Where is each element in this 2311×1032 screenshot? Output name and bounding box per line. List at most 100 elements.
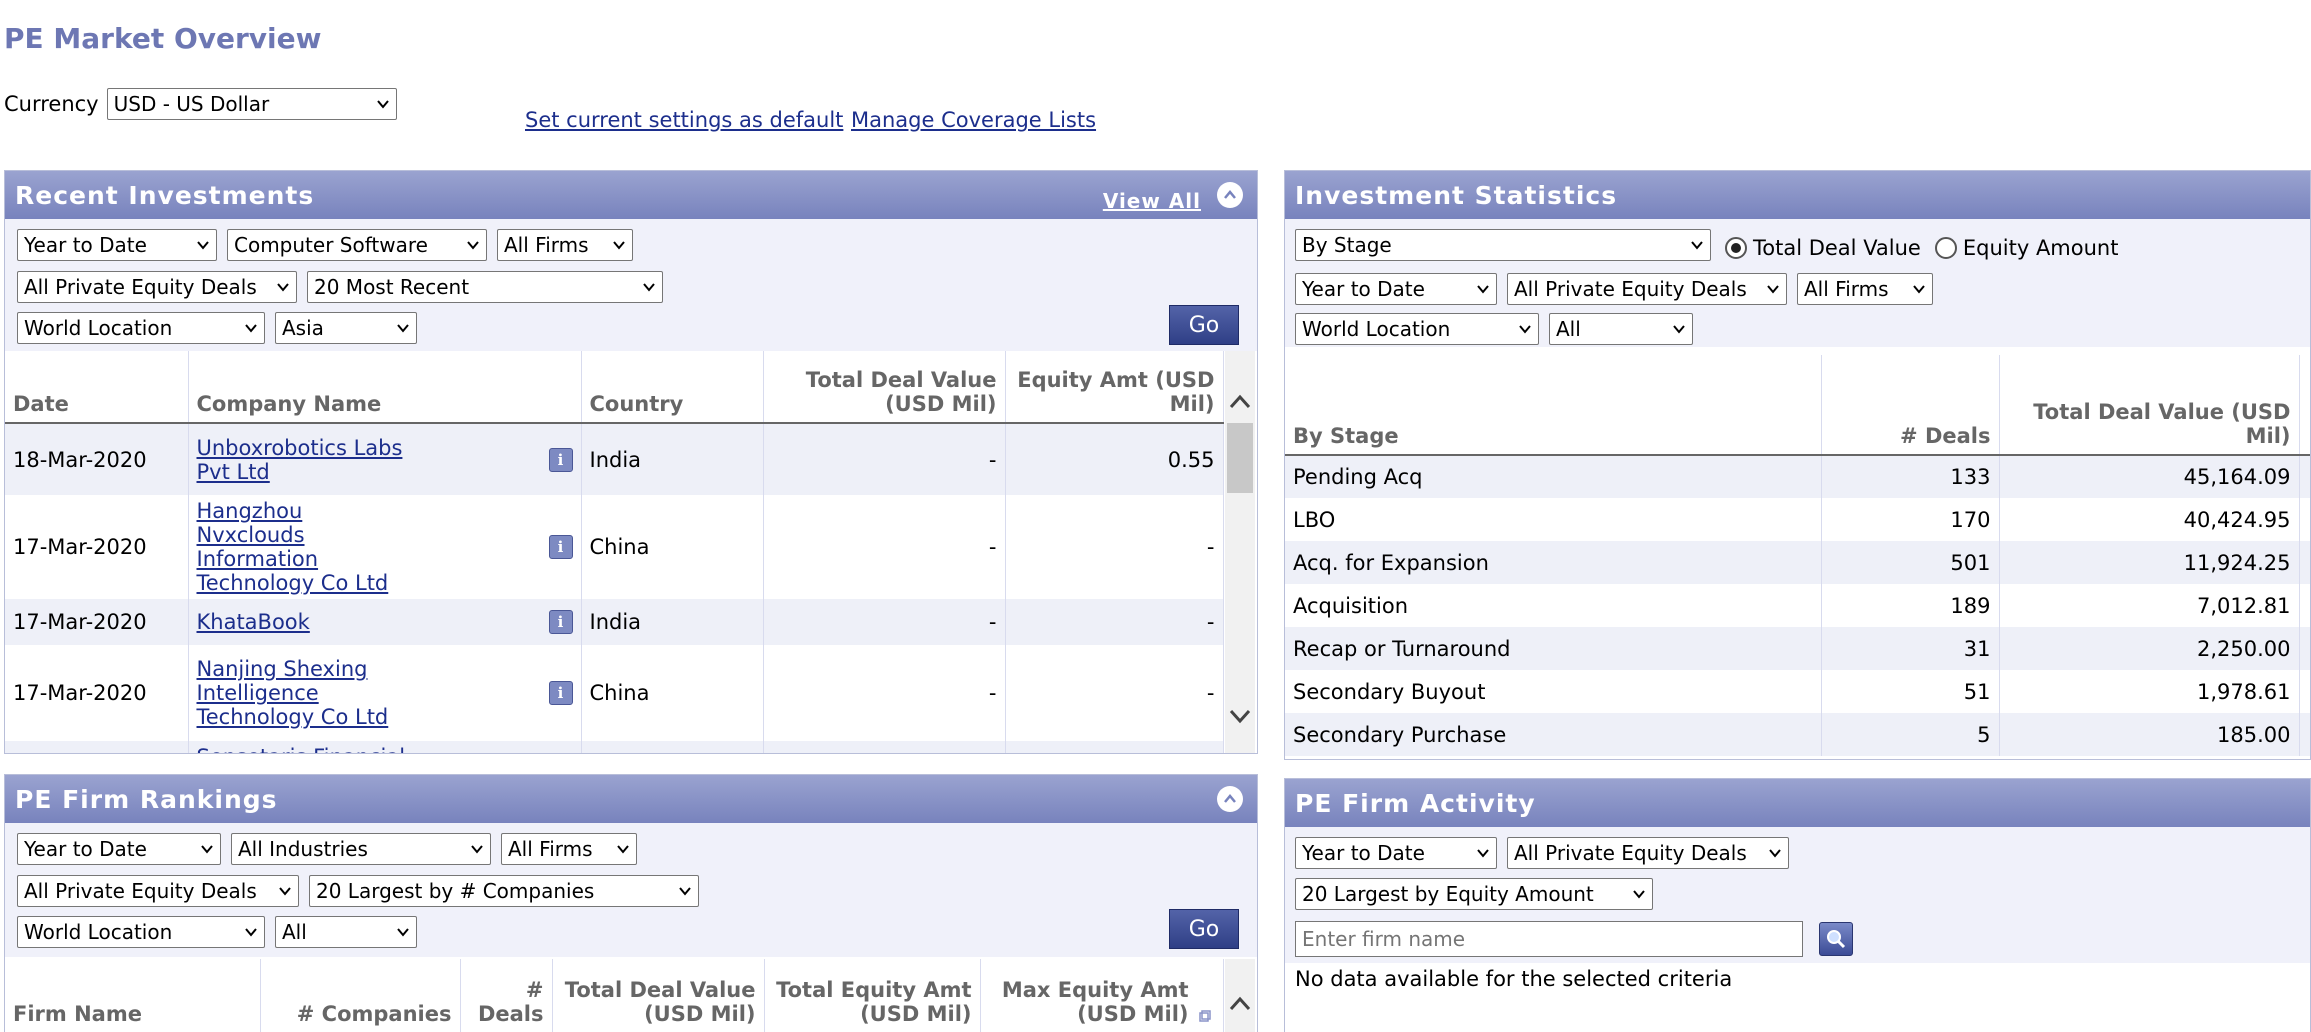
- deal-type-select[interactable]: All Private Equity Deals: [1507, 837, 1789, 869]
- industry-select[interactable]: Computer Software: [227, 229, 487, 261]
- manage-coverage-link[interactable]: Manage Coverage Lists: [851, 108, 1096, 132]
- company-link[interactable]: KhataBook: [197, 610, 310, 634]
- firms-select[interactable]: All Firms: [497, 229, 633, 261]
- industry-select[interactable]: All Industries: [231, 833, 491, 865]
- date-cell: 17-Mar-2020: [5, 599, 189, 645]
- column-header[interactable]: Total Equity Amt (USD Mil): [764, 959, 981, 1032]
- currency-select[interactable]: USD - US Dollar: [106, 88, 397, 120]
- column-header[interactable]: # Deals: [460, 959, 553, 1032]
- table-row: Sensetaris Financial: [5, 741, 1224, 753]
- equity-amount-radio[interactable]: Equity Amount: [1934, 236, 2118, 260]
- company-link[interactable]: Sensetaris Financial: [197, 745, 406, 753]
- date-cell: 17-Mar-2020: [5, 495, 189, 599]
- location-type-select[interactable]: World Location: [17, 312, 265, 344]
- pe-firm-activity-filters: Year to Date All Private Equity Deals 20…: [1285, 827, 2310, 963]
- panel-title: PE Firm Activity: [1295, 788, 1536, 818]
- chevron-down-icon: [245, 928, 257, 937]
- period-select[interactable]: Year to Date: [1295, 273, 1497, 305]
- go-button[interactable]: Go: [1169, 909, 1239, 949]
- column-header[interactable]: # Deals: [1821, 355, 2000, 456]
- scroll-up-icon[interactable]: [1225, 387, 1255, 417]
- info-icon[interactable]: i: [548, 447, 573, 472]
- location-select[interactable]: All: [1549, 313, 1693, 345]
- info-icon[interactable]: i: [548, 535, 573, 559]
- company-cell: Nanjing Shexing Intelligence Technology …: [188, 645, 582, 741]
- radio-unselected-icon[interactable]: [1934, 237, 1957, 259]
- pe-firm-rankings-panel: PE Firm Rankings Year to Date All Indust…: [4, 774, 1258, 1032]
- company-link[interactable]: Nanjing Shexing Intelligence Technology …: [197, 657, 407, 729]
- deal-value-cell: -: [763, 495, 1006, 599]
- count-select[interactable]: 20 Largest by # Companies: [309, 875, 699, 907]
- vertical-scrollbar[interactable]: [1225, 959, 1255, 1032]
- info-icon[interactable]: i: [548, 610, 573, 634]
- stage-cell: Secondary Buyout: [1285, 670, 1822, 713]
- table-row: 18-Mar-2020 Unboxrobotics Labs Pvt Ltd i …: [5, 423, 1224, 495]
- deal-type-select[interactable]: All Private Equity Deals: [17, 875, 299, 907]
- location-select[interactable]: All: [275, 916, 417, 948]
- period-select[interactable]: Year to Date: [1295, 837, 1497, 869]
- table-row: LBO 170 40,424.95: [1285, 498, 2310, 541]
- column-header[interactable]: Equity Amt (USD Mil): [1005, 351, 1224, 424]
- chevron-down-icon: [279, 887, 291, 896]
- radio-selected-icon[interactable]: [1725, 237, 1747, 259]
- period-select[interactable]: Year to Date: [17, 229, 217, 261]
- company-link[interactable]: Unboxrobotics Labs Pvt Ltd: [197, 436, 407, 484]
- location-type-select[interactable]: World Location: [17, 916, 265, 948]
- country-cell: China: [581, 495, 764, 599]
- deal-type-select[interactable]: All Private Equity Deals: [17, 271, 297, 303]
- column-header[interactable]: Total Deal Value (USD Mil): [1999, 355, 2300, 456]
- view-all-link[interactable]: View All: [1103, 189, 1201, 213]
- column-header[interactable]: Max Equity Amt (USD Mil): [980, 959, 1224, 1032]
- count-select[interactable]: 20 Most Recent: [307, 271, 663, 303]
- chevron-down-icon: [1477, 285, 1489, 294]
- firm-name-input[interactable]: [1295, 921, 1803, 957]
- table-row: 17-Mar-2020 KhataBook i India - -: [5, 599, 1224, 645]
- column-header[interactable]: Date: [5, 351, 189, 424]
- period-select[interactable]: Year to Date: [17, 833, 221, 865]
- group-by-select[interactable]: By Stage: [1295, 229, 1711, 261]
- column-header[interactable]: Total Deal Value (USD Mil): [552, 959, 765, 1032]
- pe-firm-activity-panel: PE Firm Activity Year to Date All Privat…: [1284, 778, 2311, 1032]
- scrollbar-thumb[interactable]: [1227, 423, 1253, 493]
- count-select[interactable]: 20 Largest by Equity Amount: [1295, 878, 1653, 910]
- panel-title: Investment Statistics: [1295, 180, 1618, 210]
- country-cell: India: [581, 423, 764, 495]
- column-header[interactable]: Country: [581, 351, 764, 424]
- search-button[interactable]: [1819, 922, 1853, 956]
- company-link[interactable]: Hangzhou Nvxclouds Information Technolog…: [197, 499, 407, 595]
- chevron-down-icon: [1769, 849, 1781, 858]
- chevron-down-icon: [1477, 849, 1489, 858]
- collapse-icon[interactable]: [1217, 786, 1243, 812]
- set-default-link[interactable]: Set current settings as default: [525, 108, 843, 132]
- vertical-scrollbar[interactable]: [1225, 351, 1255, 753]
- deal-value-cell: -: [763, 599, 1006, 645]
- scroll-up-icon[interactable]: [1225, 989, 1255, 1019]
- column-header[interactable]: # Companies: [260, 959, 461, 1032]
- chevron-down-icon: [397, 324, 409, 333]
- column-header[interactable]: Total Deal Value (USD Mil): [763, 351, 1006, 424]
- value-cell: 185.00: [1999, 713, 2300, 756]
- table-row: Recap or Turnaround 31 2,250.00: [1285, 627, 2310, 670]
- total-deal-value-radio[interactable]: Total Deal Value: [1725, 236, 1921, 260]
- column-header[interactable]: Company Name: [188, 351, 582, 424]
- column-header[interactable]: By Stage: [1285, 355, 1822, 456]
- chevron-down-icon: [467, 241, 479, 250]
- company-cell: KhataBook i: [188, 599, 582, 645]
- collapse-icon[interactable]: [1217, 182, 1243, 208]
- location-select[interactable]: Asia: [275, 312, 417, 344]
- popout-icon[interactable]: [1198, 1010, 1211, 1022]
- scroll-down-icon[interactable]: [1225, 701, 1255, 731]
- table-row: Secondary Buyout 51 1,978.61: [1285, 670, 2310, 713]
- firms-select[interactable]: All Firms: [1797, 273, 1933, 305]
- deal-type-select[interactable]: All Private Equity Deals: [1507, 273, 1787, 305]
- column-header[interactable]: Firm Name: [5, 959, 261, 1032]
- info-icon[interactable]: i: [548, 681, 573, 705]
- recent-investments-panel: Recent Investments View All Year to Date…: [4, 170, 1258, 754]
- location-type-select[interactable]: World Location: [1295, 313, 1539, 345]
- deal-value-cell: -: [763, 423, 1006, 495]
- firms-select[interactable]: All Firms: [501, 833, 637, 865]
- country-cell: India: [581, 599, 764, 645]
- go-button[interactable]: Go: [1169, 305, 1239, 345]
- chevron-down-icon: [1519, 325, 1531, 334]
- equity-cell: -: [1005, 645, 1224, 741]
